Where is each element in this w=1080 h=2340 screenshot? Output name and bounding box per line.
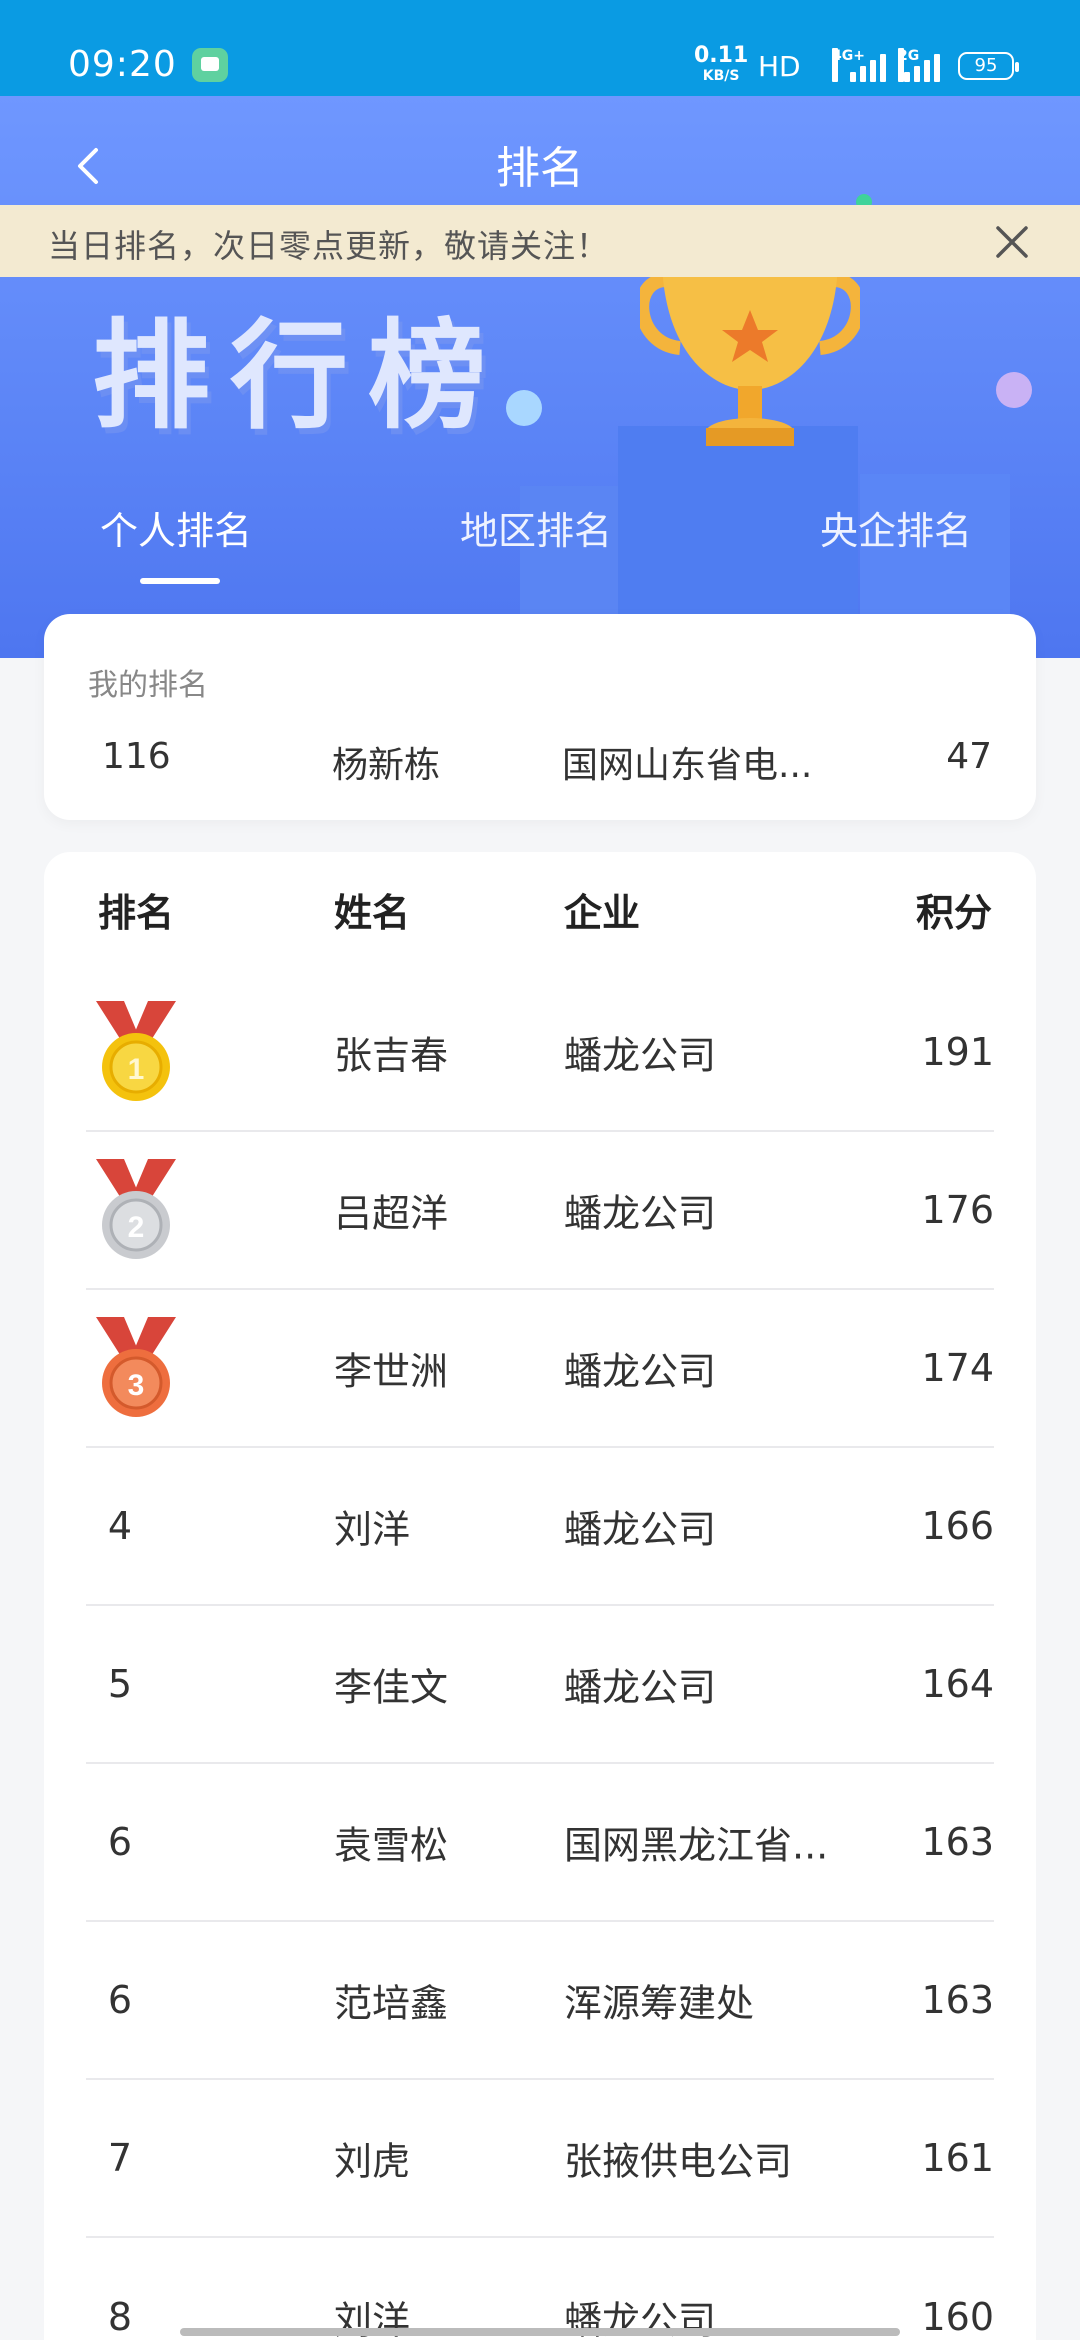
message-app-icon: [192, 48, 228, 82]
tab-personal-rank[interactable]: 个人排名: [100, 500, 252, 555]
my-rank-score: 47: [946, 736, 992, 777]
rank-number: 7: [107, 2136, 133, 2180]
player-name: 吕超洋: [334, 1191, 449, 1236]
header-score: 积分: [915, 891, 992, 935]
player-name: 李世洲: [334, 1349, 449, 1394]
tab-soe-rank[interactable]: 央企排名: [820, 500, 972, 555]
header-name: 姓名: [334, 891, 411, 935]
banner-title: 排行榜: [92, 307, 507, 445]
svg-text:2: 2: [128, 1211, 145, 1244]
my-rank-number: 116: [102, 736, 171, 777]
company-name: 蟠龙公司: [564, 1665, 717, 1710]
home-indicator[interactable]: [180, 2328, 900, 2336]
rank-number: 6: [107, 1820, 133, 1864]
status-bar: 09:20 0.11 KB/S HD 4G+ 2G 95: [0, 0, 1080, 96]
rank-number: 5: [107, 1662, 133, 1706]
table-row[interactable]: 1 张吉春 蟠龙公司 191: [86, 974, 994, 1132]
silver-medal-icon: 2: [96, 1159, 176, 1259]
player-name: 袁雪松: [334, 1823, 449, 1868]
company-name: 国网黑龙江省...: [564, 1823, 829, 1868]
decoration-bubble: [506, 390, 542, 426]
company-name: 张掖供电公司: [564, 2139, 793, 2184]
svg-text:3: 3: [128, 1369, 145, 1402]
ranking-table: 排名 姓名 企业 积分 1 张吉春 蟠龙公司 191 2 吕超洋 蟠龙公司 17…: [44, 852, 1036, 2340]
player-name: 刘洋: [334, 1507, 411, 1552]
score: 161: [921, 2136, 994, 2180]
my-rank-name: 杨新栋: [332, 745, 441, 786]
table-row[interactable]: 5 李佳文 蟠龙公司 164: [86, 1606, 994, 1764]
my-rank-company: 国网山东省电...: [562, 745, 813, 786]
bronze-medal-icon: 3: [96, 1317, 176, 1417]
player-name: 刘虎: [334, 2139, 411, 2184]
header-rank: 排名: [98, 891, 175, 935]
svg-text:1: 1: [128, 1053, 145, 1086]
header-company: 企业: [564, 891, 641, 935]
table-row[interactable]: 6 袁雪松 国网黑龙江省... 163: [86, 1764, 994, 1922]
score: 191: [921, 1030, 994, 1074]
gold-medal-icon: 1: [96, 1001, 176, 1101]
score: 166: [921, 1504, 994, 1548]
company-name: 蟠龙公司: [564, 1033, 717, 1078]
score: 160: [921, 2295, 994, 2339]
signal-4g-icon: 4G+: [832, 48, 888, 82]
player-name: 范培鑫: [334, 1981, 449, 2026]
score: 174: [921, 1346, 994, 1390]
company-name: 蟠龙公司: [564, 1349, 717, 1394]
network-speed: 0.11 KB/S: [694, 43, 749, 86]
table-row[interactable]: 8 刘洋 蟠龙公司 160: [86, 2238, 994, 2340]
decoration-bubble: [996, 372, 1032, 408]
my-rank-card: 我的排名 116 杨新栋 国网山东省电... 47: [44, 614, 1036, 820]
rank-number: 6: [107, 1978, 133, 2022]
player-name: 李佳文: [334, 1665, 449, 1710]
company-name: 蟠龙公司: [564, 1191, 717, 1236]
table-row[interactable]: 7 刘虎 张掖供电公司 161: [86, 2080, 994, 2238]
score: 176: [921, 1188, 994, 1232]
company-name: 蟠龙公司: [564, 1507, 717, 1552]
battery-icon: 95: [958, 52, 1019, 80]
page-title: 排名: [496, 143, 584, 194]
my-rank-label: 我的排名: [88, 668, 208, 703]
status-time: 09:20: [68, 44, 177, 85]
network-speed-unit: KB/S: [702, 68, 740, 84]
table-row[interactable]: 2 吕超洋 蟠龙公司 176: [86, 1132, 994, 1290]
notice-bar: 当日排名，次日零点更新，敬请关注！: [0, 205, 1080, 277]
notice-text: 当日排名，次日零点更新，敬请关注！: [48, 227, 610, 265]
close-icon[interactable]: [992, 222, 1032, 262]
score: 164: [921, 1662, 994, 1706]
signal-4g-label: 4G+: [832, 48, 865, 82]
company-name: 浑源筹建处: [564, 1981, 755, 2026]
table-row[interactable]: 4 刘洋 蟠龙公司 166: [86, 1448, 994, 1606]
tab-region-rank[interactable]: 地区排名: [460, 500, 612, 555]
rank-number: 4: [107, 1504, 133, 1548]
score: 163: [921, 1820, 994, 1864]
score: 163: [921, 1978, 994, 2022]
player-name: 张吉春: [334, 1033, 449, 1078]
signal-2g-icon: 2G: [898, 48, 944, 82]
table-row[interactable]: 3 李世洲 蟠龙公司 174: [86, 1290, 994, 1448]
rank-number: 8: [107, 2295, 133, 2339]
hd-voice-icon: HD: [758, 50, 801, 83]
active-tab-indicator: [140, 578, 220, 584]
network-speed-value: 0.11: [694, 43, 749, 68]
table-row[interactable]: 6 范培鑫 浑源筹建处 163: [86, 1922, 994, 2080]
